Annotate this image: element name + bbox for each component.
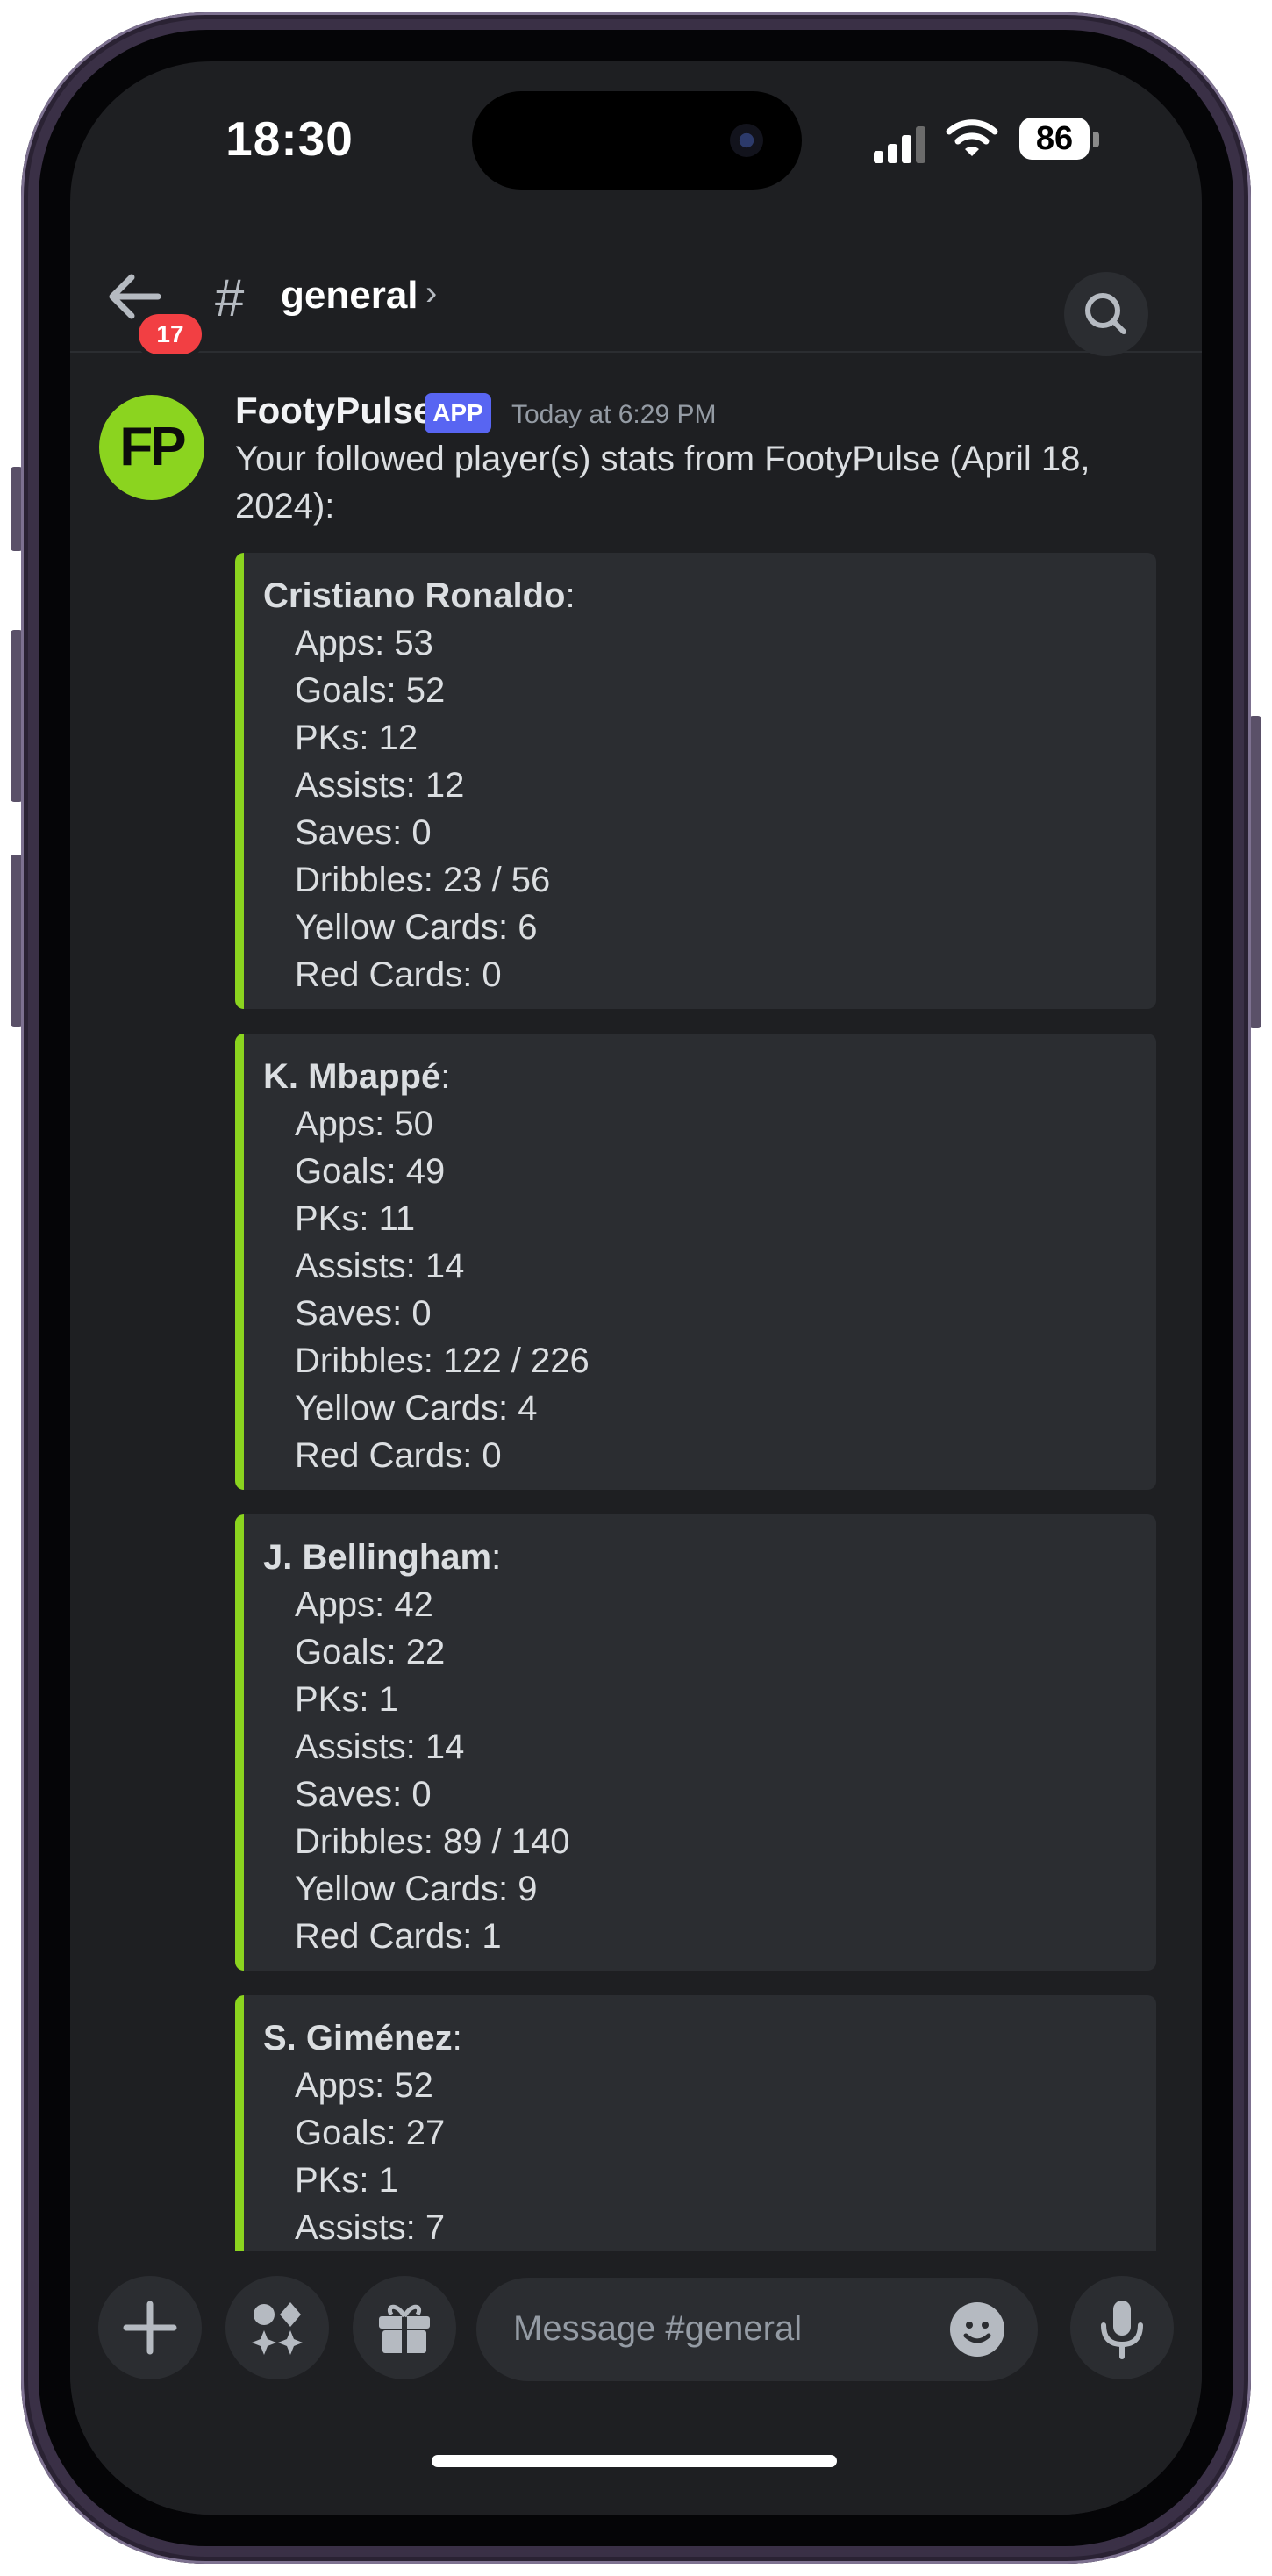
voice-message-button[interactable] — [1070, 2276, 1174, 2379]
stat-line: PKs: 1 — [295, 2161, 398, 2200]
stat-line: Assists: 7 — [295, 2208, 446, 2247]
stat-line: Red Cards: 0 — [295, 1436, 502, 1475]
stat-line: Goals: 22 — [295, 1633, 446, 1671]
stat-line: Saves: 0 — [295, 1294, 432, 1333]
stat-line: Apps: 52 — [295, 2066, 433, 2105]
channel-name[interactable]: general — [281, 274, 418, 318]
player-name: K. Mbappé — [263, 1057, 441, 1096]
stat-line: Red Cards: 1 — [295, 1917, 502, 1956]
stat-line: Assists: 12 — [295, 766, 465, 805]
message-timestamp: Today at 6:29 PM — [511, 400, 717, 429]
stat-line: Dribbles: 122 / 226 — [295, 1342, 590, 1380]
home-indicator[interactable] — [432, 2455, 837, 2467]
dynamic-island — [472, 91, 802, 190]
stat-line: Goals: 49 — [295, 1152, 446, 1191]
player-name-line: K. Mbappé: — [263, 1057, 451, 1096]
stat-line: PKs: 11 — [295, 1199, 416, 1238]
stat-line: Apps: 42 — [295, 1585, 433, 1624]
gift-icon — [379, 2304, 430, 2353]
channel-hash-icon: # — [215, 268, 245, 327]
stat-line: Goals: 27 — [295, 2114, 446, 2152]
stat-line: Yellow Cards: 6 — [295, 908, 538, 947]
wifi-icon — [946, 119, 998, 156]
phone-screen: 18:30 86 17 # general › FP FootyPulse AP… — [70, 61, 1202, 2515]
plus-icon — [123, 2301, 177, 2355]
stat-line: PKs: 12 — [295, 719, 418, 757]
stat-line: Saves: 0 — [295, 1775, 432, 1814]
player-embed-bellingham: J. Bellingham: Apps: 42 Goals: 22 PKs: 1… — [235, 1514, 1156, 1971]
stat-line: Goals: 52 — [295, 671, 446, 710]
player-name-line: S. Giménez: — [263, 2019, 462, 2057]
message-input-placeholder: Message #general — [513, 2309, 803, 2348]
message-composer-bar: Message #general — [70, 2251, 1202, 2515]
battery-indicator: 86 — [1019, 118, 1090, 160]
stat-line: Dribbles: 23 / 56 — [295, 861, 551, 899]
player-name: Cristiano Ronaldo — [263, 576, 566, 615]
battery-tip — [1093, 132, 1099, 147]
message-input[interactable]: Message #general — [476, 2278, 1038, 2381]
stat-line: Yellow Cards: 4 — [295, 1389, 538, 1428]
power-button — [1249, 716, 1261, 1028]
apps-button[interactable] — [225, 2276, 329, 2379]
search-icon — [1085, 293, 1126, 334]
channel-header: 17 # general › — [70, 228, 1202, 356]
player-embed-ronaldo: Cristiano Ronaldo: Apps: 53 Goals: 52 PK… — [235, 553, 1156, 1009]
cellular-signal-icon — [874, 125, 926, 163]
camera-icon — [730, 124, 763, 157]
avatar[interactable]: FP — [99, 395, 204, 500]
add-attachment-button[interactable] — [98, 2276, 202, 2379]
search-button[interactable] — [1064, 272, 1148, 356]
message-author[interactable]: FootyPulse — [235, 390, 433, 432]
unread-badge: 17 — [139, 314, 202, 354]
microphone-icon — [1101, 2301, 1143, 2359]
player-embed-mbappe: K. Mbappé: Apps: 50 Goals: 49 PKs: 11 As… — [235, 1034, 1156, 1490]
gift-button[interactable] — [353, 2276, 456, 2379]
stat-line: Saves: 0 — [295, 813, 432, 852]
stat-line: Assists: 14 — [295, 1247, 465, 1285]
stat-line: Apps: 53 — [295, 624, 433, 662]
player-name: S. Giménez — [263, 2019, 453, 2057]
stat-line: Apps: 50 — [295, 1105, 433, 1143]
stat-line: Dribbles: 89 / 140 — [295, 1822, 570, 1861]
apps-icon — [252, 2302, 303, 2355]
player-name-line: J. Bellingham: — [263, 1538, 502, 1577]
stat-line: Yellow Cards: 9 — [295, 1870, 538, 1908]
chevron-right-icon[interactable]: › — [425, 274, 437, 313]
player-name-line: Cristiano Ronaldo: — [263, 576, 575, 615]
emoji-icon[interactable] — [950, 2302, 1004, 2357]
stat-line: Assists: 14 — [295, 1728, 465, 1766]
stat-line: PKs: 1 — [295, 1680, 398, 1719]
app-tag-badge: APP — [425, 393, 491, 433]
player-name: J. Bellingham — [263, 1538, 492, 1577]
stat-line: Red Cards: 0 — [295, 955, 502, 994]
message-text: Your followed player(s) stats from Footy… — [235, 440, 1090, 526]
status-time: 18:30 — [225, 111, 354, 166]
